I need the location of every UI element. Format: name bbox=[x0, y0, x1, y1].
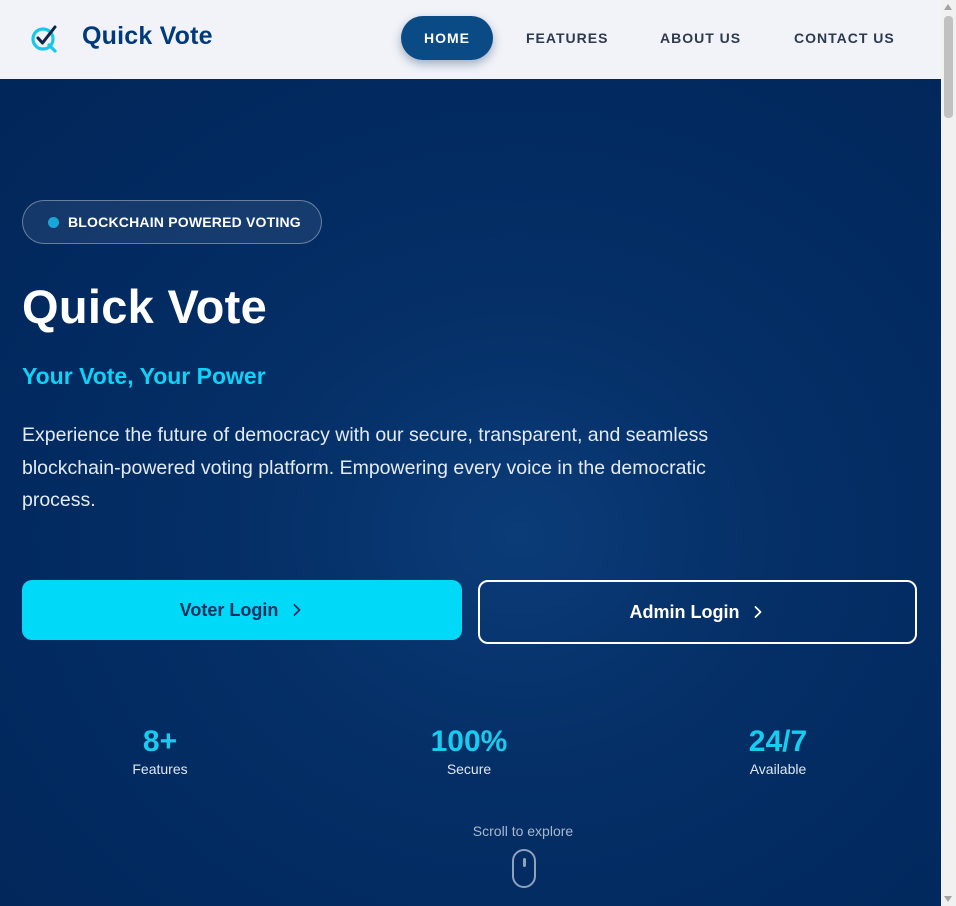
stat-label: Available bbox=[749, 761, 807, 777]
hero-tagline: Your Vote, Your Power bbox=[22, 363, 266, 389]
page: Quick Vote HOME FEATURES ABOUT US CONTAC… bbox=[0, 0, 941, 906]
scrollbar-thumb[interactable] bbox=[944, 16, 953, 118]
status-dot-icon bbox=[48, 217, 59, 228]
stat-available: 24/7 Available bbox=[678, 724, 878, 778]
stat-features: 8+ Features bbox=[60, 724, 260, 778]
scroll-up-arrow-icon[interactable] bbox=[944, 4, 952, 10]
site-header: Quick Vote HOME FEATURES ABOUT US CONTAC… bbox=[0, 0, 941, 79]
scroll-down-arrow-icon[interactable] bbox=[944, 896, 952, 902]
chevron-right-icon bbox=[755, 606, 762, 618]
mouse-scroll-icon[interactable] bbox=[512, 849, 536, 888]
nav-about-us[interactable]: ABOUT US bbox=[660, 16, 741, 60]
hero-section: BLOCKCHAIN POWERED VOTING Quick Vote You… bbox=[0, 79, 941, 906]
stat-label: Features bbox=[132, 761, 188, 777]
nav-features[interactable]: FEATURES bbox=[526, 16, 608, 60]
check-q-icon[interactable] bbox=[30, 23, 60, 53]
stat-secure: 100% Secure bbox=[369, 724, 569, 778]
voter-login-label: Voter Login bbox=[179, 599, 279, 620]
nav-contact-us[interactable]: CONTACT US bbox=[794, 16, 895, 60]
admin-login-button[interactable]: Admin Login bbox=[478, 580, 917, 644]
hero-badge: BLOCKCHAIN POWERED VOTING bbox=[22, 200, 322, 244]
admin-login-label: Admin Login bbox=[629, 601, 740, 622]
badge-label: BLOCKCHAIN POWERED VOTING bbox=[68, 214, 301, 230]
hero-description: Experience the future of democracy with … bbox=[22, 424, 709, 511]
nav-home[interactable]: HOME bbox=[401, 16, 493, 60]
hero-title: Quick Vote bbox=[22, 280, 268, 333]
stat-value: 100% bbox=[430, 725, 508, 758]
stat-value: 24/7 bbox=[748, 725, 808, 758]
brand-name[interactable]: Quick Vote bbox=[82, 22, 213, 51]
chevron-right-icon bbox=[293, 604, 301, 616]
scroll-hint: Scroll to explore bbox=[472, 823, 574, 839]
mouse-wheel bbox=[523, 858, 526, 867]
page-scrollbar[interactable] bbox=[941, 0, 956, 906]
stat-value: 8+ bbox=[142, 725, 178, 758]
voter-login-button[interactable]: Voter Login bbox=[22, 580, 462, 640]
stat-label: Secure bbox=[446, 761, 492, 777]
